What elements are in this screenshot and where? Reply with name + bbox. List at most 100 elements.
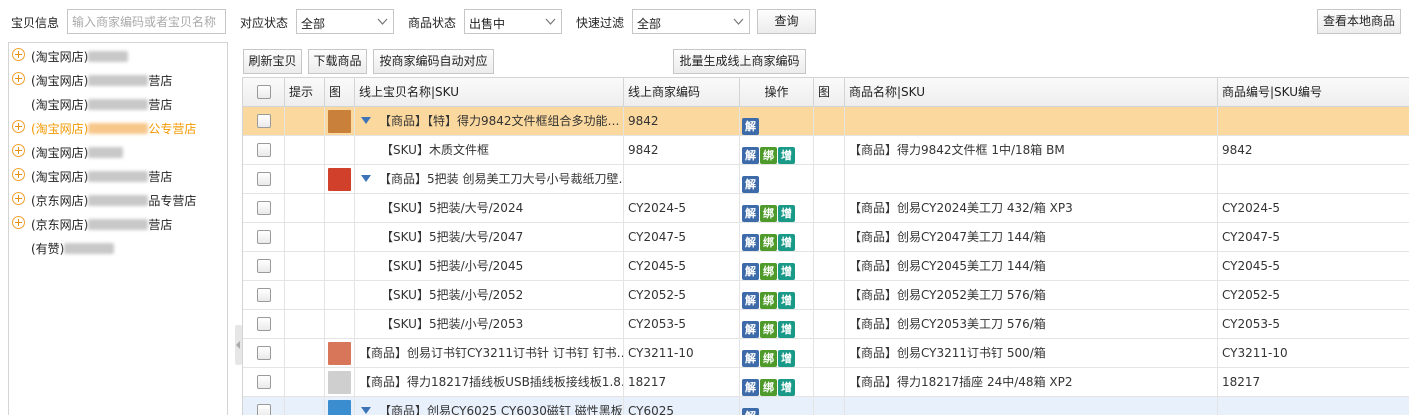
header-product-name[interactable]: 商品名称|SKU	[845, 78, 1218, 106]
store-tree-item[interactable]: (淘宝网店) 营店	[9, 93, 227, 113]
download-products-button[interactable]: 下载商品	[308, 49, 367, 74]
expand-plus-icon[interactable]	[12, 192, 25, 205]
table-row[interactable]: 【SKU】5把装/大号/2024 CY2024-5 解绑增【商品】创易CY2024美…	[243, 194, 1409, 223]
bind-button[interactable]: 绑	[760, 379, 777, 396]
table-row[interactable]: 【SKU】木质文件框 9842 解绑增【商品】得力9842文件框 1中/18箱 BM…	[243, 136, 1409, 165]
store-tree-item[interactable]: (淘宝网店) 公专营店	[9, 117, 227, 137]
add-button[interactable]: 增	[778, 205, 795, 222]
bind-button[interactable]: 绑	[760, 234, 777, 251]
match-status-label: 对应状态	[240, 16, 289, 30]
header-image[interactable]: 图	[325, 78, 355, 106]
row-checkbox[interactable]	[257, 172, 271, 186]
unbind-button[interactable]: 解	[742, 292, 759, 309]
product-thumbnail[interactable]	[328, 110, 351, 133]
expand-triangle-icon[interactable]	[361, 117, 371, 124]
refresh-items-button[interactable]: 刷新宝贝	[243, 49, 302, 74]
table-row[interactable]: 【商品】得力18217插线板USB插线板接线板1.8… 18217 解绑增【商品】得…	[243, 368, 1409, 397]
panel-splitter-handle[interactable]	[235, 325, 242, 365]
header-product-code[interactable]: 商品编号|SKU编号	[1218, 78, 1409, 106]
quick-filter-select[interactable]: 全部	[632, 9, 750, 34]
add-button[interactable]: 增	[778, 292, 795, 309]
expand-plus-icon[interactable]	[12, 72, 25, 85]
store-tree-item[interactable]: (京东网店) 营店	[9, 213, 227, 233]
table-row[interactable]: 【SKU】5把装/小号/2045 CY2045-5 解绑增【商品】创易CY2045美…	[243, 252, 1409, 281]
store-tree-item[interactable]: (淘宝网店)	[9, 141, 227, 161]
table-row[interactable]: 【商品】5把装 创易美工刀大号小号裁纸刀壁… 解	[243, 165, 1409, 194]
unbind-button[interactable]: 解	[742, 147, 759, 164]
expand-plus-icon[interactable]	[12, 168, 25, 181]
bind-button[interactable]: 绑	[760, 263, 777, 280]
table-row[interactable]: 【商品】创易CY6025 CY6030磁钉 磁性黑板…CY6025解	[243, 397, 1409, 415]
table-row[interactable]: 【SKU】5把装/大号/2047 CY2047-5 解绑增【商品】创易CY2047美…	[243, 223, 1409, 252]
auto-match-by-code-button[interactable]: 按商家编码自动对应	[373, 49, 494, 74]
store-tree-item[interactable]: (淘宝网店) 营店	[9, 165, 227, 185]
row-checkbox[interactable]	[257, 143, 271, 157]
table-cell	[1218, 107, 1409, 135]
header-online-code[interactable]: 线上商家编码	[624, 78, 740, 106]
add-button[interactable]: 增	[778, 147, 795, 164]
product-thumbnail[interactable]	[328, 400, 351, 415]
row-checkbox[interactable]	[257, 259, 271, 273]
row-checkbox[interactable]	[257, 288, 271, 302]
row-checkbox[interactable]	[257, 230, 271, 244]
unbind-button[interactable]: 解	[742, 379, 759, 396]
add-button[interactable]: 增	[778, 263, 795, 280]
unbind-button[interactable]: 解	[742, 350, 759, 367]
product-thumbnail[interactable]	[328, 168, 351, 191]
header-operation[interactable]: 操作	[740, 78, 814, 106]
bind-button[interactable]: 绑	[760, 350, 777, 367]
product-thumbnail[interactable]	[328, 342, 351, 365]
unbind-button[interactable]: 解	[742, 234, 759, 251]
row-checkbox[interactable]	[257, 201, 271, 215]
row-checkbox[interactable]	[257, 317, 271, 331]
bind-button[interactable]: 绑	[760, 147, 777, 164]
row-checkbox[interactable]	[257, 404, 271, 415]
table-row[interactable]: 【SKU】5把装/小号/2052 CY2052-5 解绑增【商品】创易CY2052美…	[243, 281, 1409, 310]
expand-plus-icon[interactable]	[12, 144, 25, 157]
store-tree-item[interactable]: (京东网店) 品专营店	[9, 189, 227, 209]
product-thumbnail[interactable]	[328, 371, 351, 394]
header-online-name[interactable]: 线上宝贝名称|SKU	[355, 78, 624, 106]
item-info-input[interactable]	[67, 9, 226, 34]
match-status-select[interactable]: 全部	[296, 9, 394, 34]
select-all-checkbox[interactable]	[257, 85, 271, 99]
add-button[interactable]: 增	[778, 379, 795, 396]
bind-button[interactable]: 绑	[760, 205, 777, 222]
row-operations: 解	[740, 170, 760, 193]
unbind-button[interactable]: 解	[742, 408, 759, 415]
table-cell	[325, 397, 355, 415]
expand-triangle-icon[interactable]	[361, 407, 371, 414]
batch-generate-codes-button[interactable]: 批量生成线上商家编码	[673, 49, 806, 74]
add-button[interactable]: 增	[778, 234, 795, 251]
query-button[interactable]: 查询	[757, 9, 816, 34]
row-checkbox[interactable]	[257, 114, 271, 128]
expand-plus-icon[interactable]	[12, 48, 25, 61]
bind-button[interactable]: 绑	[760, 292, 777, 309]
unbind-button[interactable]: 解	[742, 176, 759, 193]
header-hint[interactable]: 提示	[285, 78, 325, 106]
bind-button[interactable]: 绑	[760, 321, 777, 338]
expand-plus-icon[interactable]	[12, 120, 25, 133]
store-name-suffix: 营店	[148, 98, 173, 112]
store-tree-item[interactable]: (有赞)	[9, 237, 227, 257]
unbind-button[interactable]: 解	[742, 205, 759, 222]
unbind-button[interactable]: 解	[742, 263, 759, 280]
table-row[interactable]: 【商品】创易订书钉CY3211订书针 订书钉 钉书… CY3211-10 解绑增【商…	[243, 339, 1409, 368]
unbind-button[interactable]: 解	[742, 321, 759, 338]
header-image-2[interactable]: 图	[814, 78, 845, 106]
table-cell	[243, 252, 285, 280]
add-button[interactable]: 增	[778, 321, 795, 338]
table-cell	[243, 397, 285, 415]
view-local-products-button[interactable]: 查看本地商品	[1317, 9, 1401, 34]
product-status-select[interactable]: 出售中	[464, 9, 562, 34]
table-row[interactable]: 【商品】【特】得力9842文件框组合多功能… 9842 解	[243, 107, 1409, 136]
row-checkbox[interactable]	[257, 346, 271, 360]
store-tree-item[interactable]: (淘宝网店) 营店	[9, 69, 227, 89]
expand-plus-icon[interactable]	[12, 216, 25, 229]
table-row[interactable]: 【SKU】5把装/小号/2053 CY2053-5 解绑增【商品】创易CY2053美…	[243, 310, 1409, 339]
expand-triangle-icon[interactable]	[361, 175, 371, 182]
row-checkbox[interactable]	[257, 375, 271, 389]
store-tree-item[interactable]: (淘宝网店)	[9, 45, 227, 65]
add-button[interactable]: 增	[778, 350, 795, 367]
unbind-button[interactable]: 解	[742, 118, 759, 135]
